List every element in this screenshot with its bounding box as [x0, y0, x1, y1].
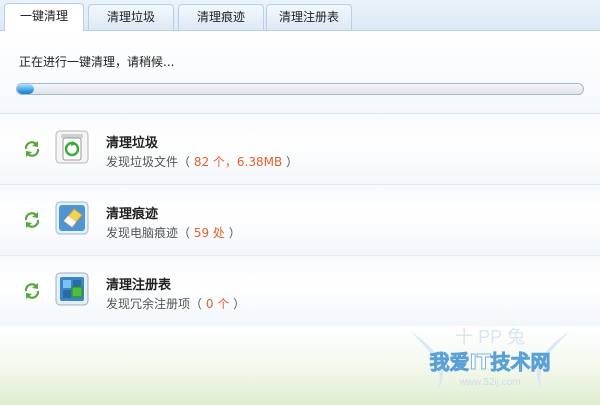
list-item-clean-traces: 清理痕迹 发现电脑痕迹（ 59 处 ） [0, 185, 600, 256]
watermark-line3: www.52ij.com [458, 377, 520, 388]
status-text: 正在进行一键清理，请稍候... [19, 55, 175, 69]
tab-bar: 一键清理 清理垃圾 清理痕迹 清理注册表 [0, 0, 600, 31]
recycle-bin-icon [55, 130, 89, 164]
tab-one-click-clean[interactable]: 一键清理 [4, 3, 84, 31]
registry-count: 0 个 [205, 297, 230, 311]
watermark-line2: 我爱IT技术网 [429, 350, 550, 374]
item-detail: 发现电脑痕迹（ 59 处 ） [106, 226, 241, 240]
tab-clean-traces[interactable]: 清理痕迹 [178, 4, 264, 30]
traces-count: 59 处 [193, 226, 225, 240]
item-detail: 发现垃圾文件（ 82 个，6.38MB ） [106, 155, 299, 169]
progress-fill [17, 84, 34, 94]
watermark-line1: 十 PP 兔 [455, 327, 525, 347]
list-item-clean-registry: 清理注册表 发现冗余注册项（ 0 个 ） [0, 256, 600, 327]
junk-count: 82 个，6.38MB [193, 155, 283, 169]
refresh-icon[interactable] [23, 140, 41, 158]
item-title: 清理垃圾 [106, 136, 159, 151]
site-watermark-logo: 十 PP 兔 我爱IT技术网 www.52ij.com [410, 327, 570, 389]
tab-clean-registry[interactable]: 清理注册表 [266, 4, 352, 30]
tab-clean-junk[interactable]: 清理垃圾 [88, 4, 174, 30]
progress-panel: 正在进行一键清理，请稍候... [0, 31, 600, 114]
item-title: 清理痕迹 [106, 207, 159, 222]
refresh-icon[interactable] [23, 211, 41, 229]
eraser-icon [55, 201, 89, 235]
item-detail: 发现冗余注册项（ 0 个 ） [106, 297, 246, 311]
refresh-icon[interactable] [23, 282, 41, 300]
progress-bar [16, 83, 584, 95]
list-item-clean-junk: 清理垃圾 发现垃圾文件（ 82 个，6.38MB ） [0, 114, 600, 185]
item-title: 清理注册表 [106, 278, 172, 293]
registry-icon [55, 272, 89, 306]
